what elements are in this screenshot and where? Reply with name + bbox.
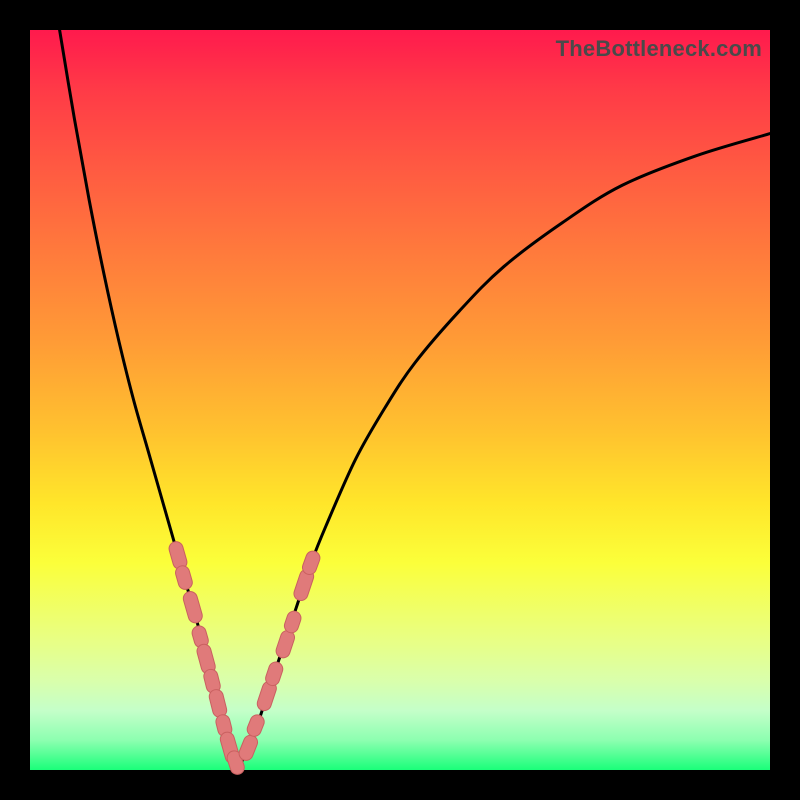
marker-capsule — [283, 638, 287, 651]
marker-capsule — [216, 697, 219, 711]
marker-layer — [176, 549, 313, 768]
marker-capsule — [246, 742, 250, 753]
marker-capsule — [301, 576, 307, 593]
plot-area: TheBottleneck.com — [30, 30, 770, 770]
chart-svg — [30, 30, 770, 770]
marker-capsule — [199, 633, 201, 641]
marker-capsule — [254, 722, 257, 729]
marker-capsule — [183, 573, 186, 583]
marker-capsule — [273, 669, 276, 678]
marker-capsule — [190, 599, 195, 616]
marker-capsule — [291, 618, 294, 626]
marker-capsule — [234, 758, 237, 767]
marker-capsule — [176, 549, 180, 562]
marker-capsule — [309, 558, 312, 567]
curve-right-branch — [237, 134, 770, 770]
marker-capsule — [204, 651, 208, 666]
chart-frame: TheBottleneck.com — [0, 0, 800, 800]
marker-capsule — [211, 676, 213, 686]
curve-layer — [60, 30, 770, 770]
marker-capsule — [264, 688, 269, 703]
marker-capsule — [223, 722, 225, 730]
